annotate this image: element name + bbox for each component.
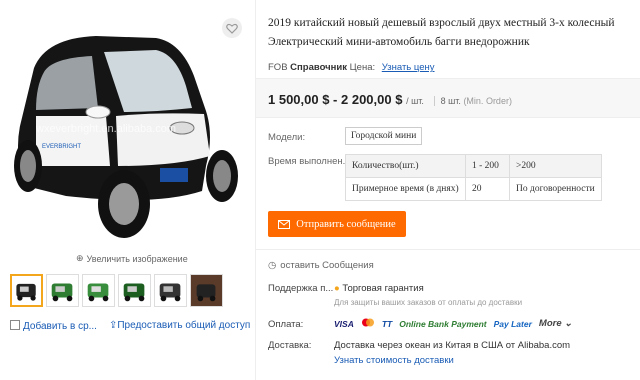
table-cell: >200 — [509, 154, 602, 178]
leave-message-label: оставить Сообщения — [280, 260, 374, 271]
envelope-icon — [278, 219, 291, 229]
watermark: wxeverbright.en.alibaba.com — [35, 123, 176, 135]
price-line: 1 500,00 $ - 2 200,00 $ / шт. 8 шт. (Min… — [268, 92, 512, 107]
share-action[interactable]: ⇪Предоставить общий доступ — [109, 320, 250, 332]
models-label: Модели: — [268, 132, 306, 143]
zoom-label: Увеличить изображение — [86, 253, 188, 264]
lead-time-label: Время выполнен... — [268, 156, 351, 167]
get-price-link[interactable]: Узнать цену — [382, 62, 435, 73]
thumbnail-1[interactable] — [10, 274, 43, 307]
payment-label: Оплата: — [268, 319, 304, 330]
favorite-heart-icon[interactable] — [222, 18, 242, 38]
trade-assurance-sub: Для защиты ваших заказов от оплаты до до… — [334, 298, 523, 307]
table-cell: 20 — [465, 177, 510, 201]
thumbnail-3[interactable] — [82, 274, 115, 307]
zoom-image-link[interactable]: ⊕ Увеличить изображение — [76, 253, 188, 264]
table-row: Примерное время (в днях) 20 По договорен… — [345, 177, 602, 201]
product-details: 2019 китайский новый дешевый взрослый дв… — [256, 0, 640, 380]
table-cell: Количество(шт.) — [345, 154, 466, 178]
thumbnail-4[interactable] — [118, 274, 151, 307]
thumbnail-2[interactable] — [46, 274, 79, 307]
compare-action[interactable]: Добавить в ср... — [10, 320, 97, 332]
share-label: Предоставить общий доступ — [117, 320, 251, 331]
leave-message-link[interactable]: ◷ оставить Сообщения — [268, 260, 374, 271]
send-message-button[interactable]: Отправить сообщение — [268, 211, 406, 237]
clock-icon: ◷ — [268, 260, 277, 271]
lead-time-table: Количество(шт.) 1 - 200 >200 Примерное в… — [345, 154, 602, 201]
left-actions: Добавить в ср... ⇪Предоставить общий дос… — [10, 320, 250, 332]
table-cell: По договоренности — [509, 177, 602, 201]
shipping-label: Доставка: — [268, 340, 312, 351]
tt-icon: TT — [381, 318, 393, 329]
reference-label: Справочник — [290, 62, 347, 73]
online-bank-payment: Online Bank Payment — [399, 318, 487, 329]
svg-text:EVERBRIGHT: EVERBRIGHT — [42, 144, 81, 150]
more-label: More — [538, 318, 562, 329]
shipping-cost-link[interactable]: Узнать стоимость доставки — [334, 355, 454, 366]
payment-methods: VISA TT Online Bank Payment Pay Later Mo… — [334, 318, 572, 329]
trade-assurance-label: Поддержка п... — [268, 283, 334, 294]
zoom-icon: ⊕ — [76, 253, 84, 263]
thumbnail-6[interactable] — [190, 274, 223, 307]
send-message-label: Отправить сообщение — [296, 218, 396, 230]
min-order: 8 шт. (Min. Order) — [433, 96, 512, 106]
compare-label: Добавить в ср... — [23, 321, 97, 332]
moq-note: (Min. Order) — [463, 96, 512, 106]
moq-value: 8 шт. — [440, 96, 461, 106]
product-main-image[interactable]: EVERBRIGHT wxeverbright.en.alibaba.com — [6, 16, 250, 252]
trade-assurance-icon: ● — [334, 283, 340, 294]
table-cell: 1 - 200 — [465, 154, 510, 178]
compare-checkbox[interactable] — [10, 320, 20, 330]
model-option[interactable]: Городской мини — [345, 127, 423, 145]
price-range: 1 500,00 $ - 2 200,00 $ — [268, 92, 403, 107]
visa-icon: VISA — [334, 318, 354, 329]
trade-assurance-value: Торговая гарантия — [342, 283, 424, 294]
thumbnail-strip — [10, 274, 223, 307]
price-unit: / шт. — [406, 96, 424, 106]
product-title: 2019 китайский новый дешевый взрослый дв… — [268, 17, 615, 48]
chevron-down-icon: ⌄ — [564, 318, 573, 329]
trade-assurance[interactable]: ● Торговая гарантия — [334, 283, 424, 294]
table-cell: Примерное время (в днях) — [345, 177, 466, 201]
table-row: Количество(шт.) 1 - 200 >200 — [345, 154, 602, 178]
thumbnail-5[interactable] — [154, 274, 187, 307]
mastercard-icon — [361, 318, 375, 329]
pay-later: Pay Later — [493, 318, 532, 329]
divider — [256, 249, 640, 250]
gallery-panel: EVERBRIGHT wxeverbright.en.alibaba.com ⊕… — [0, 0, 256, 380]
fob-label: FOB — [268, 62, 288, 73]
shipping-value: Доставка через океан из Китая в США от A… — [334, 340, 571, 351]
more-payment-button[interactable]: More ⌄ — [539, 318, 572, 329]
fob-line: FOB Справочник Цена: Узнать цену — [268, 62, 435, 73]
price-label: Цена: — [349, 62, 376, 73]
